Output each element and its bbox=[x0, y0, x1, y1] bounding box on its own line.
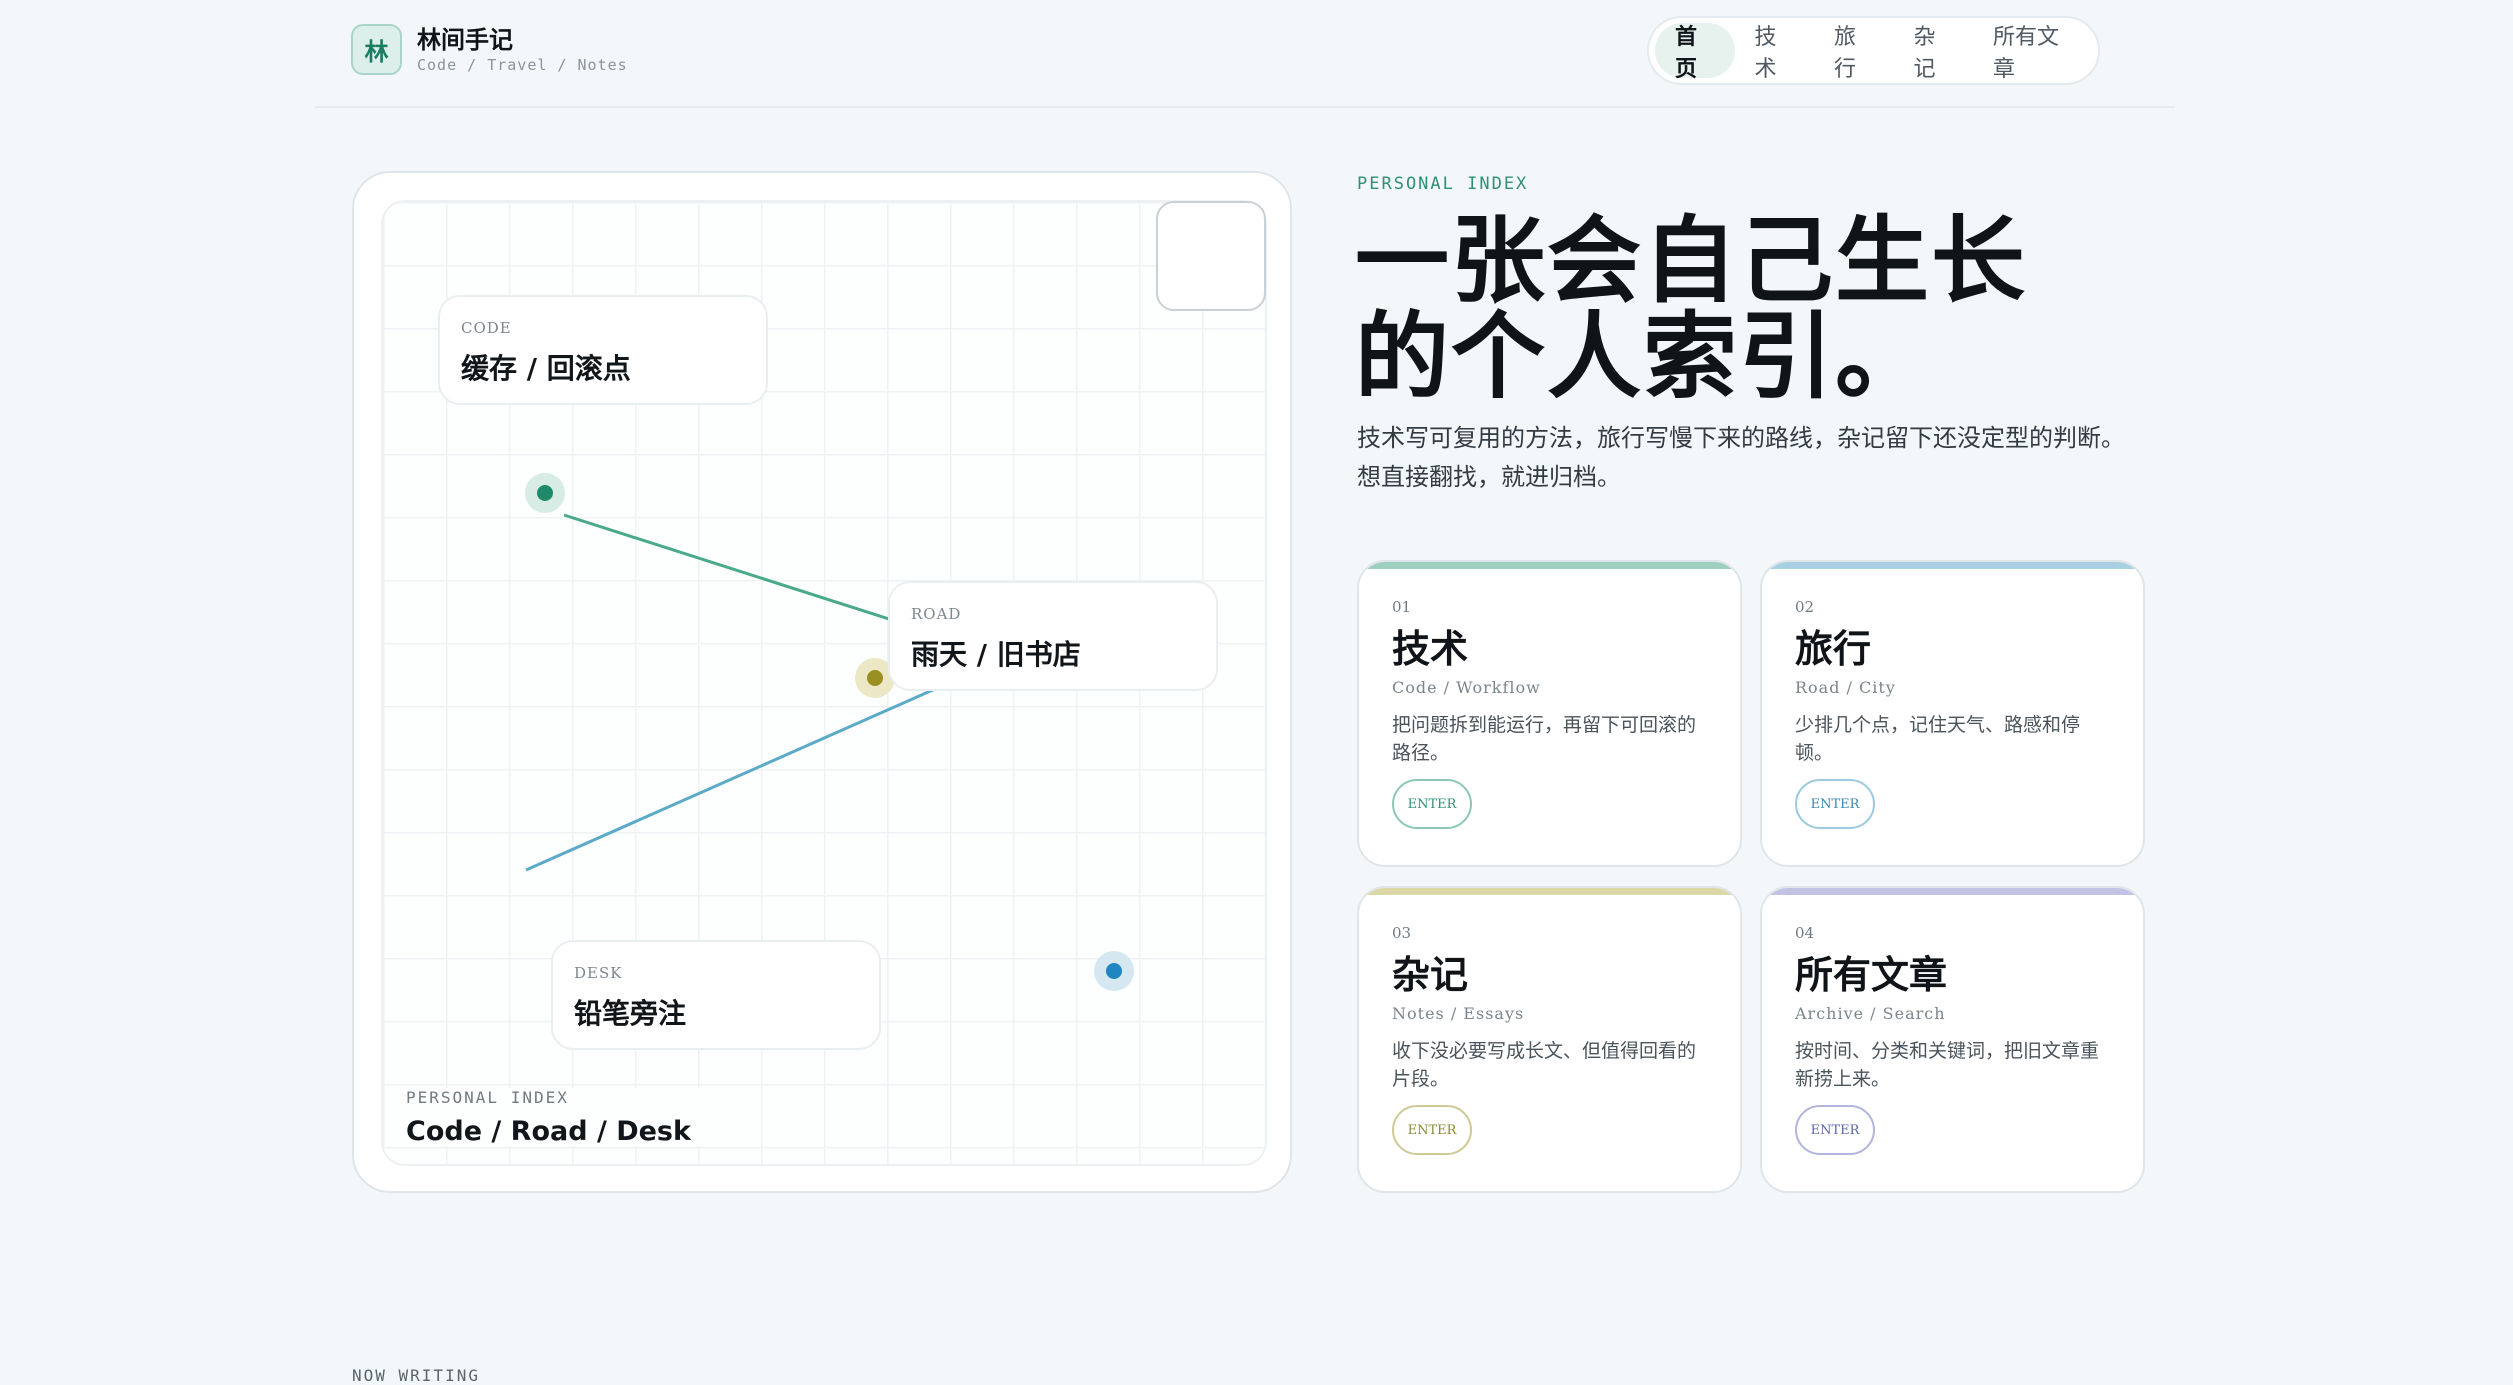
brand-subtitle: Code / Travel / Notes bbox=[417, 55, 628, 74]
main-nav: 首页 技术 旅行 杂记 所有文章 bbox=[1647, 16, 2100, 85]
map-node-code[interactable] bbox=[537, 485, 553, 501]
nav-item-travel[interactable]: 旅行 bbox=[1814, 23, 1894, 82]
category-card-travel[interactable]: 02 旅行 Road / City 少排几个点，记住天气、路感和停顿。 ENTE… bbox=[1760, 560, 2145, 867]
category-subtitle: Notes / Essays bbox=[1392, 1004, 1525, 1023]
map-link-desk-road bbox=[525, 683, 945, 872]
category-subtitle: Road / City bbox=[1795, 678, 1896, 697]
index-map-panel: CODE 缓存 / 回滚点 ROAD 雨天 / 旧书店 DESK 铅笔旁注 PE… bbox=[352, 171, 1292, 1193]
category-description: 收下没必要写成长文、但值得回看的片段。 bbox=[1392, 1040, 1697, 1090]
map-node-road[interactable] bbox=[867, 670, 883, 686]
enter-button[interactable]: ENTER bbox=[1392, 779, 1472, 829]
nav-item-home[interactable]: 首页 bbox=[1655, 23, 1735, 82]
category-number: 03 bbox=[1392, 924, 1412, 942]
category-description: 把问题拆到能运行，再留下可回滚的路径。 bbox=[1392, 714, 1697, 764]
category-accent-bar bbox=[1762, 562, 2143, 569]
category-card-tech[interactable]: 01 技术 Code / Workflow 把问题拆到能运行，再留下可回滚的路径… bbox=[1357, 560, 1742, 867]
nav-item-notes[interactable]: 杂记 bbox=[1894, 23, 1974, 82]
brand-title: 林间手记 bbox=[417, 25, 513, 54]
map-card-title: 铅笔旁注 bbox=[574, 997, 687, 1030]
category-title: 杂记 bbox=[1392, 953, 1469, 997]
category-card-notes[interactable]: 03 杂记 Notes / Essays 收下没必要写成长文、但值得回看的片段。… bbox=[1357, 886, 1742, 1193]
category-title: 所有文章 bbox=[1795, 953, 1948, 997]
now-writing-label: NOW WRITING bbox=[352, 1366, 480, 1385]
map-card-kicker: ROAD bbox=[911, 605, 962, 623]
category-description: 少排几个点，记住天气、路感和停顿。 bbox=[1795, 714, 2081, 764]
hero-description-line1: 技术写可复用的方法，旅行写慢下来的路线，杂记留下还没定型的判断。 bbox=[1357, 424, 2125, 452]
brand[interactable]: 林 林间手记 Code / Travel / Notes bbox=[351, 24, 628, 75]
map-footer-kicker: PERSONAL INDEX bbox=[406, 1088, 569, 1107]
map-node-desk[interactable] bbox=[1106, 963, 1122, 979]
category-card-all-articles[interactable]: 04 所有文章 Archive / Search 按时间、分类和关键词，把旧文章… bbox=[1760, 886, 2145, 1193]
category-number: 02 bbox=[1795, 598, 1815, 616]
category-number: 04 bbox=[1795, 924, 1815, 942]
map-card-road[interactable]: ROAD 雨天 / 旧书店 bbox=[888, 581, 1218, 691]
map-card-title: 缓存 / 回滚点 bbox=[461, 352, 631, 385]
category-number: 01 bbox=[1392, 598, 1412, 616]
map-card-title: 雨天 / 旧书店 bbox=[911, 638, 1081, 671]
nav-item-all-articles[interactable]: 所有文章 bbox=[1973, 23, 2092, 82]
map-link-code-road bbox=[563, 513, 893, 622]
hero-description: 技术写可复用的方法，旅行写慢下来的路线，杂记留下还没定型的判断。 想直接翻找，就… bbox=[1357, 419, 2147, 497]
enter-button[interactable]: ENTER bbox=[1392, 1105, 1472, 1155]
nav-item-tech[interactable]: 技术 bbox=[1735, 23, 1815, 82]
map-footer-title: Code / Road / Desk bbox=[406, 1116, 691, 1147]
map-card-desk[interactable]: DESK 铅笔旁注 bbox=[551, 940, 881, 1050]
category-accent-bar bbox=[1359, 562, 1740, 569]
enter-button[interactable]: ENTER bbox=[1795, 779, 1875, 829]
category-title: 技术 bbox=[1392, 627, 1469, 671]
hero-title-line2: 的个人索引。 bbox=[1355, 303, 1932, 412]
map-card-kicker: DESK bbox=[574, 964, 623, 982]
brand-logo-icon: 林 bbox=[351, 24, 402, 75]
map-card-code[interactable]: CODE 缓存 / 回滚点 bbox=[438, 295, 768, 405]
site-header: 林 林间手记 Code / Travel / Notes 首页 技术 旅行 杂记… bbox=[315, 0, 2175, 108]
map-card-kicker: CODE bbox=[461, 319, 512, 337]
category-subtitle: Code / Workflow bbox=[1392, 678, 1541, 697]
hero-description-line2: 想直接翻找，就进归档。 bbox=[1357, 463, 1621, 491]
category-description: 按时间、分类和关键词，把旧文章重新捞上来。 bbox=[1795, 1040, 2100, 1090]
enter-button[interactable]: ENTER bbox=[1795, 1105, 1875, 1155]
hero-title: 一张会自己生长 的个人索引。 bbox=[1355, 214, 2155, 406]
map-footer: PERSONAL INDEX Code / Road / Desk bbox=[406, 1088, 721, 1147]
category-accent-bar bbox=[1359, 888, 1740, 895]
category-title: 旅行 bbox=[1795, 627, 1872, 671]
category-subtitle: Archive / Search bbox=[1795, 1004, 1946, 1023]
category-accent-bar bbox=[1762, 888, 2143, 895]
hero-title-line1: 一张会自己生长 bbox=[1355, 207, 2028, 316]
hero-eyebrow: PERSONAL INDEX bbox=[1357, 174, 1529, 194]
